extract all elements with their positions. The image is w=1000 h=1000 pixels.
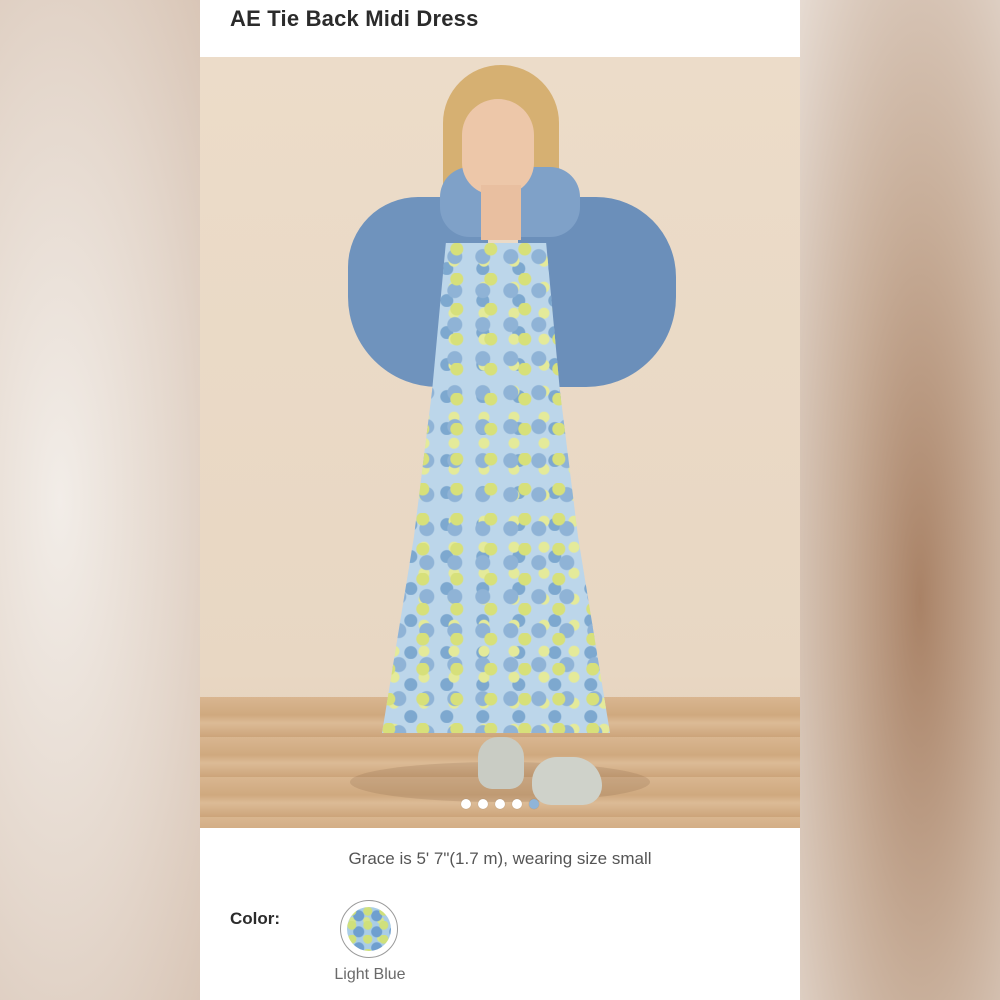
clog-left	[478, 737, 524, 789]
background-right	[800, 0, 1000, 1000]
gallery-dot-4[interactable]	[512, 799, 522, 809]
background-left	[0, 0, 200, 1000]
gallery-dot-2[interactable]	[478, 799, 488, 809]
clog-right	[532, 757, 602, 805]
gallery-dot-5[interactable]	[529, 799, 539, 809]
color-swatch-light-blue[interactable]	[340, 900, 398, 958]
gallery-dot-3[interactable]	[495, 799, 505, 809]
model-size-caption: Grace is 5' 7"(1.7 m), wearing size smal…	[348, 849, 652, 868]
product-title: AE Tie Back Midi Dress	[230, 6, 479, 31]
product-image[interactable]	[200, 57, 800, 828]
product-card: AE Tie Back Midi Dress Grace is 5' 7"(1.…	[200, 0, 800, 1000]
color-swatch-name: Light Blue	[334, 966, 406, 983]
model-neck	[481, 185, 521, 240]
gallery-dot-1[interactable]	[461, 799, 471, 809]
model-face	[462, 99, 534, 195]
gallery-pagination	[200, 799, 800, 809]
floral-swatch-icon	[347, 907, 391, 951]
color-label: Color:	[230, 909, 281, 928]
